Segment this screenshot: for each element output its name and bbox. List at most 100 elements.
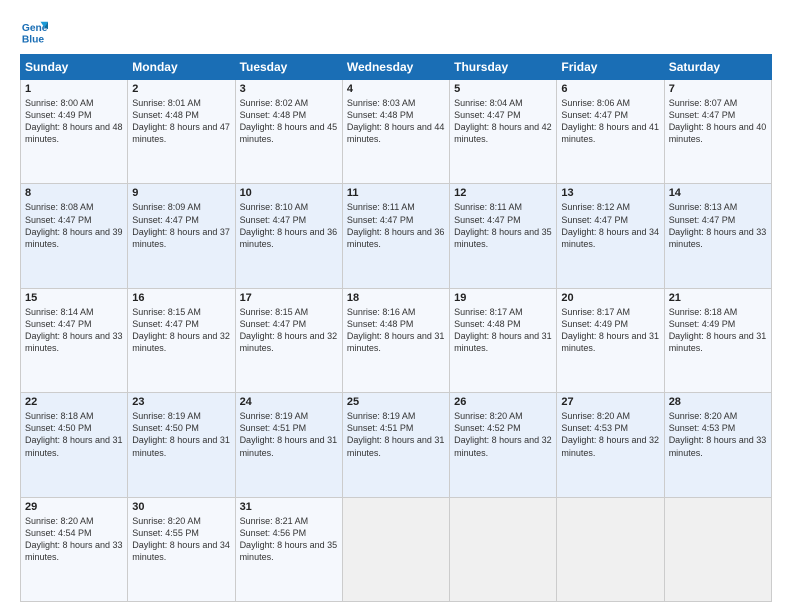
- calendar-cell: 21 Sunrise: 8:18 AMSunset: 4:49 PMDaylig…: [664, 288, 771, 392]
- day-number: 24: [240, 396, 338, 408]
- day-number: 31: [240, 501, 338, 513]
- day-number: 9: [132, 187, 230, 199]
- cell-info: Sunrise: 8:14 AMSunset: 4:47 PMDaylight:…: [25, 306, 123, 355]
- cell-info: Sunrise: 8:12 AMSunset: 4:47 PMDaylight:…: [561, 201, 659, 250]
- cell-info: Sunrise: 8:18 AMSunset: 4:50 PMDaylight:…: [25, 410, 123, 459]
- weekday-header-saturday: Saturday: [664, 55, 771, 80]
- calendar-cell: 22 Sunrise: 8:18 AMSunset: 4:50 PMDaylig…: [21, 393, 128, 497]
- calendar-week-row: 29 Sunrise: 8:20 AMSunset: 4:54 PMDaylig…: [21, 497, 772, 601]
- day-number: 8: [25, 187, 123, 199]
- calendar-cell: 29 Sunrise: 8:20 AMSunset: 4:54 PMDaylig…: [21, 497, 128, 601]
- day-number: 13: [561, 187, 659, 199]
- cell-info: Sunrise: 8:01 AMSunset: 4:48 PMDaylight:…: [132, 97, 230, 146]
- calendar-week-row: 22 Sunrise: 8:18 AMSunset: 4:50 PMDaylig…: [21, 393, 772, 497]
- calendar-cell: 11 Sunrise: 8:11 AMSunset: 4:47 PMDaylig…: [342, 184, 449, 288]
- calendar-cell: [664, 497, 771, 601]
- day-number: 19: [454, 292, 552, 304]
- calendar-week-row: 1 Sunrise: 8:00 AMSunset: 4:49 PMDayligh…: [21, 80, 772, 184]
- cell-info: Sunrise: 8:06 AMSunset: 4:47 PMDaylight:…: [561, 97, 659, 146]
- weekday-header-thursday: Thursday: [450, 55, 557, 80]
- cell-info: Sunrise: 8:07 AMSunset: 4:47 PMDaylight:…: [669, 97, 767, 146]
- day-number: 18: [347, 292, 445, 304]
- calendar-cell: 1 Sunrise: 8:00 AMSunset: 4:49 PMDayligh…: [21, 80, 128, 184]
- day-number: 6: [561, 83, 659, 95]
- svg-text:Blue: Blue: [22, 34, 45, 45]
- day-number: 5: [454, 83, 552, 95]
- day-number: 11: [347, 187, 445, 199]
- day-number: 4: [347, 83, 445, 95]
- day-number: 15: [25, 292, 123, 304]
- calendar-cell: 20 Sunrise: 8:17 AMSunset: 4:49 PMDaylig…: [557, 288, 664, 392]
- day-number: 28: [669, 396, 767, 408]
- cell-info: Sunrise: 8:20 AMSunset: 4:53 PMDaylight:…: [561, 410, 659, 459]
- day-number: 2: [132, 83, 230, 95]
- cell-info: Sunrise: 8:19 AMSunset: 4:51 PMDaylight:…: [347, 410, 445, 459]
- cell-info: Sunrise: 8:17 AMSunset: 4:49 PMDaylight:…: [561, 306, 659, 355]
- cell-info: Sunrise: 8:19 AMSunset: 4:50 PMDaylight:…: [132, 410, 230, 459]
- calendar-cell: 3 Sunrise: 8:02 AMSunset: 4:48 PMDayligh…: [235, 80, 342, 184]
- cell-info: Sunrise: 8:15 AMSunset: 4:47 PMDaylight:…: [240, 306, 338, 355]
- calendar-cell: [342, 497, 449, 601]
- weekday-header-monday: Monday: [128, 55, 235, 80]
- cell-info: Sunrise: 8:08 AMSunset: 4:47 PMDaylight:…: [25, 201, 123, 250]
- cell-info: Sunrise: 8:11 AMSunset: 4:47 PMDaylight:…: [347, 201, 445, 250]
- calendar-cell: 4 Sunrise: 8:03 AMSunset: 4:48 PMDayligh…: [342, 80, 449, 184]
- calendar-cell: 28 Sunrise: 8:20 AMSunset: 4:53 PMDaylig…: [664, 393, 771, 497]
- calendar-cell: 16 Sunrise: 8:15 AMSunset: 4:47 PMDaylig…: [128, 288, 235, 392]
- day-number: 21: [669, 292, 767, 304]
- day-number: 20: [561, 292, 659, 304]
- weekday-header-tuesday: Tuesday: [235, 55, 342, 80]
- calendar-cell: 19 Sunrise: 8:17 AMSunset: 4:48 PMDaylig…: [450, 288, 557, 392]
- day-number: 17: [240, 292, 338, 304]
- cell-info: Sunrise: 8:21 AMSunset: 4:56 PMDaylight:…: [240, 515, 338, 564]
- day-number: 25: [347, 396, 445, 408]
- cell-info: Sunrise: 8:11 AMSunset: 4:47 PMDaylight:…: [454, 201, 552, 250]
- weekday-header-friday: Friday: [557, 55, 664, 80]
- calendar-cell: 14 Sunrise: 8:13 AMSunset: 4:47 PMDaylig…: [664, 184, 771, 288]
- calendar-cell: 9 Sunrise: 8:09 AMSunset: 4:47 PMDayligh…: [128, 184, 235, 288]
- day-number: 23: [132, 396, 230, 408]
- calendar-cell: 6 Sunrise: 8:06 AMSunset: 4:47 PMDayligh…: [557, 80, 664, 184]
- cell-info: Sunrise: 8:20 AMSunset: 4:53 PMDaylight:…: [669, 410, 767, 459]
- cell-info: Sunrise: 8:18 AMSunset: 4:49 PMDaylight:…: [669, 306, 767, 355]
- calendar-cell: [450, 497, 557, 601]
- day-number: 7: [669, 83, 767, 95]
- calendar-cell: 26 Sunrise: 8:20 AMSunset: 4:52 PMDaylig…: [450, 393, 557, 497]
- cell-info: Sunrise: 8:20 AMSunset: 4:55 PMDaylight:…: [132, 515, 230, 564]
- calendar-week-row: 8 Sunrise: 8:08 AMSunset: 4:47 PMDayligh…: [21, 184, 772, 288]
- cell-info: Sunrise: 8:20 AMSunset: 4:52 PMDaylight:…: [454, 410, 552, 459]
- cell-info: Sunrise: 8:00 AMSunset: 4:49 PMDaylight:…: [25, 97, 123, 146]
- cell-info: Sunrise: 8:20 AMSunset: 4:54 PMDaylight:…: [25, 515, 123, 564]
- cell-info: Sunrise: 8:16 AMSunset: 4:48 PMDaylight:…: [347, 306, 445, 355]
- day-number: 12: [454, 187, 552, 199]
- calendar-cell: 24 Sunrise: 8:19 AMSunset: 4:51 PMDaylig…: [235, 393, 342, 497]
- calendar-cell: 27 Sunrise: 8:20 AMSunset: 4:53 PMDaylig…: [557, 393, 664, 497]
- day-number: 30: [132, 501, 230, 513]
- cell-info: Sunrise: 8:19 AMSunset: 4:51 PMDaylight:…: [240, 410, 338, 459]
- page-header: General Blue: [20, 18, 772, 46]
- calendar-cell: 23 Sunrise: 8:19 AMSunset: 4:50 PMDaylig…: [128, 393, 235, 497]
- calendar-cell: [557, 497, 664, 601]
- calendar-table: SundayMondayTuesdayWednesdayThursdayFrid…: [20, 54, 772, 602]
- logo-icon: General Blue: [20, 18, 48, 46]
- cell-info: Sunrise: 8:02 AMSunset: 4:48 PMDaylight:…: [240, 97, 338, 146]
- calendar-cell: 15 Sunrise: 8:14 AMSunset: 4:47 PMDaylig…: [21, 288, 128, 392]
- weekday-header-row: SundayMondayTuesdayWednesdayThursdayFrid…: [21, 55, 772, 80]
- cell-info: Sunrise: 8:17 AMSunset: 4:48 PMDaylight:…: [454, 306, 552, 355]
- calendar-page: General Blue SundayMondayTuesdayWednesda…: [0, 0, 792, 612]
- weekday-header-wednesday: Wednesday: [342, 55, 449, 80]
- calendar-cell: 17 Sunrise: 8:15 AMSunset: 4:47 PMDaylig…: [235, 288, 342, 392]
- cell-info: Sunrise: 8:13 AMSunset: 4:47 PMDaylight:…: [669, 201, 767, 250]
- weekday-header-sunday: Sunday: [21, 55, 128, 80]
- day-number: 26: [454, 396, 552, 408]
- day-number: 3: [240, 83, 338, 95]
- day-number: 29: [25, 501, 123, 513]
- calendar-week-row: 15 Sunrise: 8:14 AMSunset: 4:47 PMDaylig…: [21, 288, 772, 392]
- calendar-cell: 12 Sunrise: 8:11 AMSunset: 4:47 PMDaylig…: [450, 184, 557, 288]
- calendar-cell: 31 Sunrise: 8:21 AMSunset: 4:56 PMDaylig…: [235, 497, 342, 601]
- calendar-cell: 8 Sunrise: 8:08 AMSunset: 4:47 PMDayligh…: [21, 184, 128, 288]
- day-number: 10: [240, 187, 338, 199]
- day-number: 1: [25, 83, 123, 95]
- calendar-cell: 10 Sunrise: 8:10 AMSunset: 4:47 PMDaylig…: [235, 184, 342, 288]
- day-number: 16: [132, 292, 230, 304]
